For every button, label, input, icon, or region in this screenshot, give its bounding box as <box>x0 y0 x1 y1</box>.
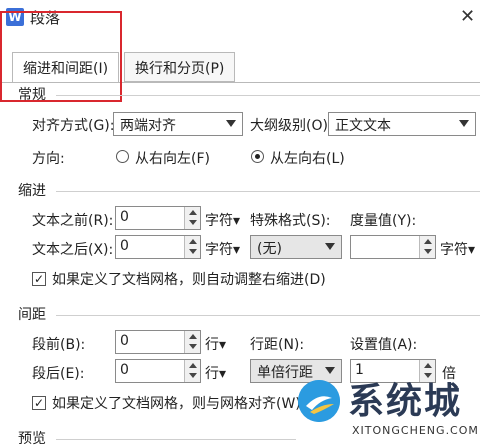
measure-input[interactable] <box>350 235 436 259</box>
space-after-value: 0 <box>120 362 129 378</box>
indent-before-value: 0 <box>120 209 129 225</box>
section-general-heading: 常规 <box>18 87 46 103</box>
space-before-unit[interactable]: 行▾ <box>205 334 226 354</box>
spinner-icon[interactable] <box>419 236 435 258</box>
setting-value-label: 设置值(A): <box>350 337 418 353</box>
alignment-value: 两端对齐 <box>120 118 176 134</box>
space-after-input[interactable]: 0 <box>115 359 201 383</box>
rtl-radio[interactable] <box>116 150 129 163</box>
measure-label: 度量值(Y): <box>350 213 417 229</box>
spinner-icon[interactable] <box>184 236 200 258</box>
special-format-select[interactable]: (无) <box>250 235 342 259</box>
indent-before-input[interactable]: 0 <box>115 206 201 230</box>
tab-line-page-breaks[interactable]: 换行和分页(P) <box>124 52 236 82</box>
space-after-unit[interactable]: 行▾ <box>205 363 226 383</box>
line-spacing-label: 行距(N): <box>250 337 305 353</box>
space-before-value: 0 <box>120 333 129 349</box>
spinner-icon[interactable] <box>184 331 200 353</box>
section-divider <box>56 95 480 96</box>
direction-label: 方向: <box>32 151 65 167</box>
spacing-grid-label: 如果定义了文档网格，则与网格对齐(W) <box>52 396 301 412</box>
section-preview-heading: 预览 <box>18 431 46 447</box>
space-after-label: 段后(E): <box>32 366 85 382</box>
space-before-input[interactable]: 0 <box>115 330 201 354</box>
watermark-logo-icon <box>298 380 340 422</box>
chevron-down-icon <box>226 120 236 127</box>
ltr-label: 从左向右(L) <box>270 151 345 167</box>
spinner-icon[interactable] <box>184 360 200 382</box>
close-icon[interactable]: ✕ <box>460 6 475 27</box>
indent-after-label: 文本之后(X): <box>32 242 114 258</box>
special-format-label: 特殊格式(S): <box>250 213 331 229</box>
ltr-radio[interactable] <box>251 150 264 163</box>
indent-grid-label: 如果定义了文档网格，则自动调整右缩进(D) <box>52 272 326 288</box>
watermark-subtext: XITONGCHENG.COM <box>352 424 479 437</box>
indent-before-unit[interactable]: 字符▾ <box>205 210 240 230</box>
rtl-label: 从右向左(F) <box>135 151 210 167</box>
measure-unit[interactable]: 字符▾ <box>440 239 475 259</box>
section-divider <box>56 191 480 192</box>
spinner-icon[interactable] <box>184 207 200 229</box>
indent-after-unit[interactable]: 字符▾ <box>205 239 240 259</box>
indent-after-input[interactable]: 0 <box>115 235 201 259</box>
chevron-down-icon <box>325 367 335 374</box>
section-indent-heading: 缩进 <box>18 183 46 199</box>
line-spacing-value: 单倍行距 <box>257 365 313 381</box>
outline-level-select[interactable]: 正文文本 <box>328 112 476 136</box>
space-before-label: 段前(B): <box>32 337 86 353</box>
indent-before-label: 文本之前(R): <box>32 213 114 229</box>
section-divider <box>56 439 296 440</box>
indent-grid-checkbox[interactable]: ✓ <box>32 272 46 286</box>
chevron-down-icon <box>325 243 335 250</box>
watermark-text: 系统城 <box>348 381 463 422</box>
indent-after-value: 0 <box>120 238 129 254</box>
alignment-label: 对齐方式(G): <box>32 118 115 134</box>
section-divider <box>56 315 480 316</box>
chevron-down-icon <box>459 120 469 127</box>
spacing-grid-checkbox[interactable]: ✓ <box>32 396 46 410</box>
alignment-select[interactable]: 两端对齐 <box>113 112 243 136</box>
outline-level-label: 大纲级别(O): <box>250 118 333 134</box>
outline-level-value: 正文文本 <box>335 118 391 134</box>
special-format-value: (无) <box>257 241 282 257</box>
section-spacing-heading: 间距 <box>18 307 46 323</box>
